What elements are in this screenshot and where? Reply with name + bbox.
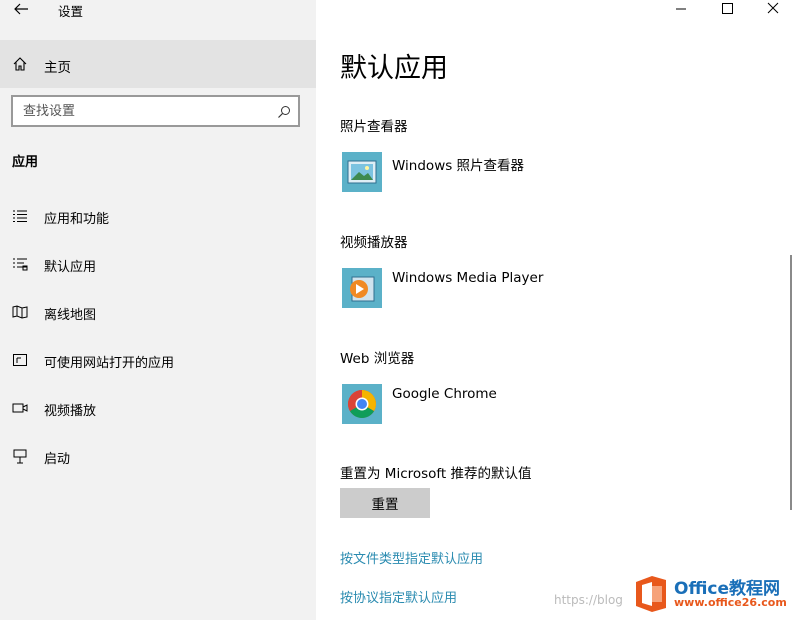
sidebar-item-label: 默认应用 bbox=[44, 260, 97, 275]
group-label-video-player: 视频播放器 bbox=[340, 235, 408, 251]
sidebar-item-home[interactable]: 主页 bbox=[0, 40, 316, 88]
sidebar-item-label: 离线地图 bbox=[44, 308, 97, 323]
default-app-photo-viewer[interactable]: Windows 照片查看器 bbox=[340, 152, 660, 196]
watermark-text: https://blog bbox=[554, 593, 623, 607]
sidebar-item-label: 启动 bbox=[44, 452, 71, 467]
back-arrow-icon[interactable] bbox=[12, 0, 30, 18]
sidebar-item-home-label: 主页 bbox=[44, 60, 71, 76]
watermark-url: www.office26.com bbox=[674, 596, 787, 609]
close-button[interactable] bbox=[750, 0, 796, 20]
link-by-protocol[interactable]: 按协议指定默认应用 bbox=[340, 587, 457, 606]
sidebar-item-website-apps[interactable]: 可使用网站打开的应用 bbox=[0, 340, 316, 380]
maximize-button[interactable] bbox=[704, 0, 750, 20]
default-apps-icon bbox=[12, 256, 28, 272]
sidebar-item-label: 视频播放 bbox=[44, 404, 97, 419]
search-input[interactable] bbox=[23, 102, 263, 120]
sidebar-item-video-playback[interactable]: 视频播放 bbox=[0, 388, 316, 428]
section-label-apps: 应用 bbox=[12, 155, 39, 170]
scrollbar-thumb[interactable] bbox=[790, 255, 792, 510]
media-player-icon bbox=[342, 268, 382, 308]
default-app-web-browser[interactable]: Google Chrome bbox=[340, 384, 660, 428]
title-bar-left: 设置 bbox=[0, 0, 316, 20]
website-apps-icon bbox=[12, 352, 28, 368]
startup-icon bbox=[12, 448, 28, 464]
photo-viewer-icon bbox=[342, 152, 382, 192]
default-app-name: Windows 照片查看器 bbox=[392, 158, 525, 174]
reset-button[interactable]: 重置 bbox=[340, 488, 430, 518]
apps-list-icon bbox=[12, 208, 28, 224]
sidebar-item-offline-maps[interactable]: 离线地图 bbox=[0, 292, 316, 332]
main-content: 默认应用 照片查看器 Windows 照片查看器 视频播放器 Windows M… bbox=[316, 0, 796, 620]
sidebar: 设置 主页 应用 应用和功能 默认应用 离线地图 可使用 bbox=[0, 0, 316, 620]
offline-map-icon bbox=[12, 304, 28, 320]
default-app-video-player[interactable]: Windows Media Player bbox=[340, 268, 660, 312]
page-title: 默认应用 bbox=[340, 53, 448, 84]
chrome-icon bbox=[342, 384, 382, 424]
sidebar-item-startup[interactable]: 启动 bbox=[0, 436, 316, 476]
search-box[interactable] bbox=[11, 95, 300, 127]
group-label-photo-viewer: 照片查看器 bbox=[340, 119, 408, 135]
video-playback-icon bbox=[12, 400, 28, 416]
minimize-button[interactable] bbox=[658, 0, 704, 20]
link-by-file-type[interactable]: 按文件类型指定默认应用 bbox=[340, 548, 483, 567]
sidebar-item-label: 应用和功能 bbox=[44, 212, 110, 227]
default-app-name: Google Chrome bbox=[392, 386, 497, 402]
home-icon bbox=[12, 56, 28, 72]
search-icon[interactable] bbox=[277, 104, 291, 118]
window-title: 设置 bbox=[58, 4, 84, 19]
sidebar-item-label: 可使用网站打开的应用 bbox=[44, 356, 175, 371]
reset-label: 重置为 Microsoft 推荐的默认值 bbox=[340, 466, 532, 482]
sidebar-item-default-apps[interactable]: 默认应用 bbox=[0, 244, 316, 284]
group-label-web-browser: Web 浏览器 bbox=[340, 351, 415, 367]
default-app-name: Windows Media Player bbox=[392, 270, 544, 286]
sidebar-item-apps-features[interactable]: 应用和功能 bbox=[0, 196, 316, 236]
